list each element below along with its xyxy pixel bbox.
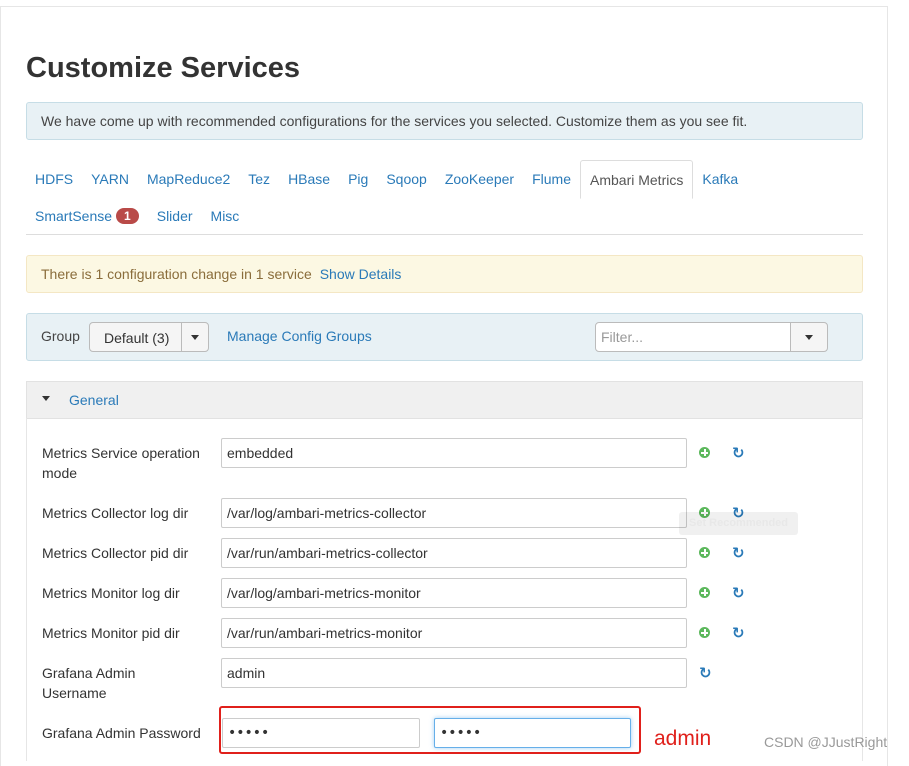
monitor-log-dir-input[interactable] <box>221 578 687 608</box>
filter-input[interactable] <box>595 322 791 352</box>
tab-smartsense-label: SmartSense <box>35 208 113 224</box>
manage-config-groups-link[interactable]: Manage Config Groups <box>227 328 372 344</box>
config-label: Metrics Monitor pid dir <box>42 625 180 641</box>
config-label: Grafana Admin Password <box>42 725 201 741</box>
section-title[interactable]: General <box>69 392 119 408</box>
tab-sqoop[interactable]: Sqoop <box>377 160 435 198</box>
config-label: Grafana Admin Username <box>42 665 136 701</box>
tab-hdfs[interactable]: HDFS <box>26 160 82 198</box>
config-label: Metrics Collector log dir <box>42 505 189 521</box>
tab-flume[interactable]: Flume <box>523 160 580 198</box>
tab-ambari-metrics[interactable]: Ambari Metrics <box>580 160 694 199</box>
group-dropdown-button[interactable] <box>181 322 209 352</box>
tab-smartsense[interactable]: SmartSense 1 <box>26 198 148 234</box>
tab-hbase[interactable]: HBase <box>279 160 339 198</box>
operation-mode-input[interactable] <box>221 438 687 468</box>
config-change-alert: There is 1 configuration change in 1 ser… <box>26 255 863 293</box>
plus-circle-icon[interactable] <box>699 587 710 598</box>
refresh-icon[interactable]: ↻ <box>732 626 745 641</box>
plus-circle-icon[interactable] <box>699 627 710 638</box>
service-tabs-row-1: HDFS YARN MapReduce2 Tez HBase Pig Sqoop… <box>26 160 863 199</box>
collector-log-dir-input[interactable] <box>221 498 687 528</box>
config-group-bar: Group Default (3) Manage Config Groups <box>26 313 863 361</box>
config-label: Metrics Collector pid dir <box>42 545 189 561</box>
config-change-text: There is 1 configuration change in 1 ser… <box>41 266 312 282</box>
refresh-icon[interactable]: ↻ <box>732 586 745 601</box>
refresh-icon[interactable]: ↻ <box>732 546 745 561</box>
password-annotation: admin <box>654 727 712 750</box>
collector-pid-dir-input[interactable] <box>221 538 687 568</box>
show-details-link[interactable]: Show Details <box>320 266 402 282</box>
caret-down-icon <box>191 335 199 340</box>
plus-circle-icon[interactable] <box>699 447 710 458</box>
annotation-highlight-box <box>219 706 641 754</box>
service-tabs-row-2: SmartSense 1 Slider Misc <box>26 198 863 235</box>
monitor-pid-dir-input[interactable] <box>221 618 687 648</box>
tab-slider[interactable]: Slider <box>148 198 202 234</box>
tab-zookeeper[interactable]: ZooKeeper <box>436 160 523 198</box>
refresh-icon[interactable]: ↻ <box>732 446 745 461</box>
group-label: Group <box>41 328 80 344</box>
tab-mapreduce2[interactable]: MapReduce2 <box>138 160 239 198</box>
watermark: CSDN @JJustRight <box>764 734 888 750</box>
general-section-header[interactable]: General <box>26 381 863 419</box>
config-label: Metrics Monitor log dir <box>42 585 180 601</box>
alert-count-badge: 1 <box>116 208 139 224</box>
info-alert: We have come up with recommended configu… <box>26 102 863 140</box>
set-recommended-tooltip: Set Recommended <box>679 512 798 535</box>
tab-kafka[interactable]: Kafka <box>693 160 747 198</box>
refresh-icon[interactable]: ↻ <box>699 666 712 681</box>
caret-down-icon <box>805 335 813 340</box>
grafana-username-input[interactable] <box>221 658 687 688</box>
tab-tez[interactable]: Tez <box>239 160 279 198</box>
tab-pig[interactable]: Pig <box>339 160 377 198</box>
collapse-caret-icon <box>42 396 50 401</box>
tab-misc[interactable]: Misc <box>202 198 249 234</box>
plus-circle-icon[interactable] <box>699 547 710 558</box>
config-label: Metrics Service operation mode <box>42 445 200 481</box>
tab-yarn[interactable]: YARN <box>82 160 138 198</box>
filter-dropdown-button[interactable] <box>790 322 828 352</box>
page-title: Customize Services <box>26 52 301 84</box>
